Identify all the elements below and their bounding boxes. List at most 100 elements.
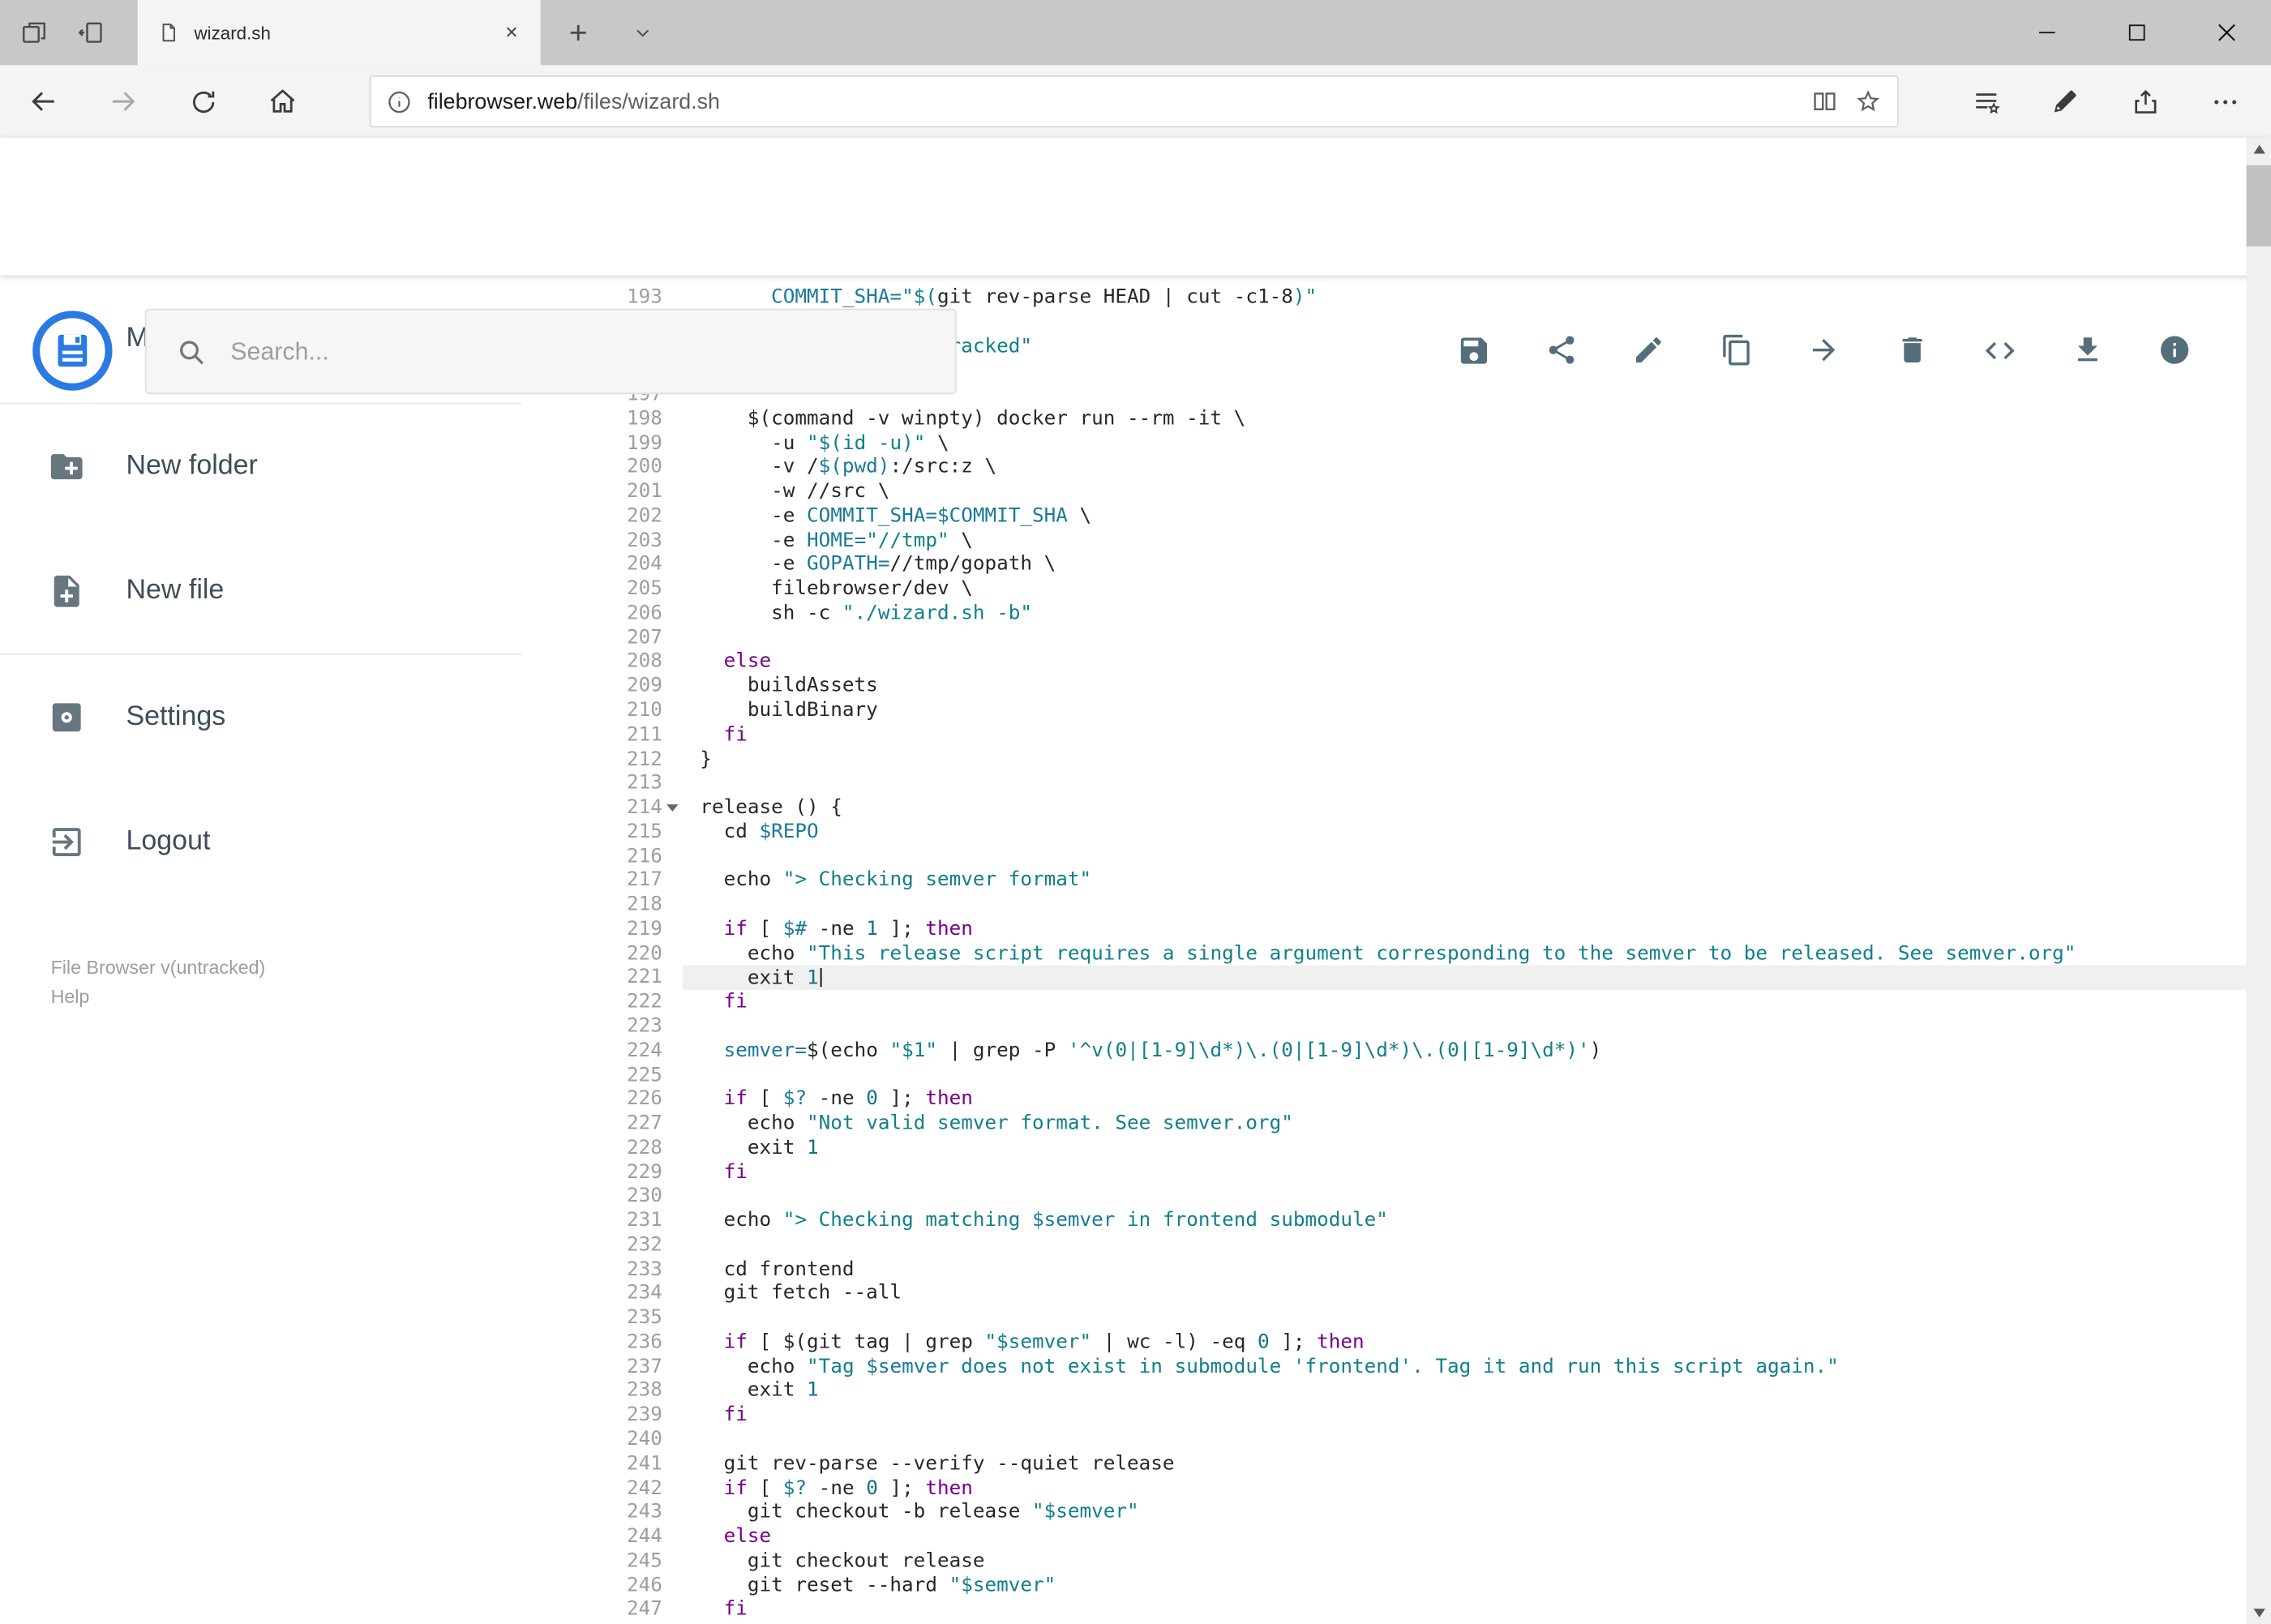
scrollbar-down-arrow[interactable] [2247,1601,2271,1624]
line-number[interactable]: 210 [521,698,662,723]
new-tab-button[interactable]: + [552,0,604,65]
code-line[interactable]: 220 echo "This release script requires a… [521,941,2247,966]
page-scrollbar[interactable] [2246,137,2271,1624]
favorite-star-icon[interactable] [1853,87,1883,116]
line-number[interactable]: 228 [521,1136,662,1161]
code-line[interactable]: 228 exit 1 [521,1136,2247,1161]
code-line[interactable]: 241 git rev-parse --verify --quiet relea… [521,1451,2247,1476]
code-line[interactable]: 246 git reset --hard "$semver" [521,1573,2247,1598]
code-line[interactable]: 218 [521,893,2247,918]
line-number[interactable]: 220 [521,941,662,966]
close-button[interactable] [2181,0,2271,65]
code-line[interactable]: 205 filebrowser/dev \ [521,576,2247,602]
line-number[interactable]: 222 [521,990,662,1015]
code-line[interactable]: 234 git fetch --all [521,1281,2247,1306]
code-line[interactable]: 202 -e COMMIT_SHA=$COMMIT_SHA \ [521,503,2247,529]
code-line[interactable]: 214 release () { [521,795,2247,821]
line-number[interactable]: 237 [521,1354,662,1379]
code-line[interactable]: 212} [521,747,2247,772]
code-line[interactable]: 210 buildBinary [521,698,2247,723]
search-bar[interactable] [144,308,957,395]
line-number[interactable]: 204 [521,552,662,577]
code-line[interactable]: 217 echo "> Checking semver format" [521,868,2247,893]
code-line[interactable]: 206 sh -c "./wizard.sh -b" [521,601,2247,626]
sidebar-item-new-folder[interactable]: New folder [0,405,522,529]
share-page-button[interactable] [2116,72,2175,131]
code-line[interactable]: 226 if [ $? -ne 0 ]; then [521,1087,2247,1112]
minimize-button[interactable] [2002,0,2092,65]
code-line[interactable]: 209 buildAssets [521,674,2247,699]
line-number[interactable]: 200 [521,455,662,480]
code-line[interactable]: 222 fi [521,990,2247,1015]
code-line[interactable]: 239 fi [521,1403,2247,1428]
code-line[interactable]: 237 echo "Tag $semver does not exist in … [521,1354,2247,1379]
code-line[interactable]: 243 git checkout -b release "$semver" [521,1500,2247,1525]
code-line[interactable]: 245 git checkout release [521,1549,2247,1574]
code-line[interactable]: 224 semver=$(echo "$1" | grep -P '^v(0|[… [521,1039,2247,1064]
maximize-button[interactable] [2091,0,2181,65]
line-number[interactable]: 218 [521,893,662,918]
line-number[interactable]: 243 [521,1500,662,1525]
code-line[interactable]: 242 if [ $? -ne 0 ]; then [521,1476,2247,1501]
info-button[interactable] [2158,332,2193,367]
code-line[interactable]: 227 echo "Not valid semver format. See s… [521,1112,2247,1137]
line-number[interactable]: 214 [521,795,662,821]
line-number[interactable]: 198 [521,406,662,431]
back-button[interactable] [15,72,73,131]
delete-button[interactable] [1895,332,1930,367]
move-button[interactable] [1807,332,1842,367]
sidebar-item-logout[interactable]: Logout [0,780,522,905]
web-note-button[interactable] [2036,72,2094,131]
code-line[interactable]: 199 -u "$(id -u)" \ [521,431,2247,456]
line-number[interactable]: 193 [521,285,662,311]
code-line[interactable]: 247 fi [521,1597,2247,1622]
code-line[interactable]: 244 else [521,1524,2247,1549]
code-line[interactable]: 221 exit 1 [521,966,2247,991]
line-number[interactable]: 219 [521,917,662,942]
line-number[interactable]: 241 [521,1451,662,1476]
line-number[interactable]: 242 [521,1476,662,1501]
rename-button[interactable] [1632,332,1667,367]
code-line[interactable]: 215 cd $REPO [521,820,2247,845]
line-number[interactable]: 217 [521,868,662,893]
code-line[interactable]: 200 -v /$(pwd):/src:z \ [521,455,2247,480]
line-number[interactable]: 233 [521,1257,662,1282]
line-number[interactable]: 246 [521,1573,662,1598]
code-line[interactable]: 230 [521,1184,2247,1209]
line-number[interactable]: 227 [521,1112,662,1137]
line-number[interactable]: 206 [521,601,662,626]
line-number[interactable]: 215 [521,820,662,845]
line-number[interactable]: 221 [521,966,662,991]
tab-wizard-sh[interactable]: wizard.sh × [137,0,541,66]
line-number[interactable]: 213 [521,771,662,796]
line-number[interactable]: 240 [521,1427,662,1452]
line-number[interactable]: 223 [521,1014,662,1039]
line-number[interactable]: 229 [521,1160,662,1185]
raw-code-button[interactable] [1982,332,2017,367]
line-number[interactable]: 230 [521,1184,662,1209]
code-editor[interactable]: 193 COMMIT_SHA="$(git rev-parse HEAD | c… [521,275,2247,1624]
line-number[interactable]: 235 [521,1305,662,1330]
line-number[interactable]: 199 [521,431,662,456]
code-line[interactable]: 233 cd frontend [521,1257,2247,1282]
code-line[interactable]: 211 fi [521,722,2247,748]
home-button[interactable] [254,72,312,131]
code-line[interactable]: 225 [521,1063,2247,1088]
line-number[interactable]: 238 [521,1378,662,1403]
save-button[interactable] [1456,332,1491,367]
line-number[interactable]: 245 [521,1549,662,1574]
line-number[interactable]: 239 [521,1403,662,1428]
line-number[interactable]: 247 [521,1597,662,1622]
code-line[interactable]: 238 exit 1 [521,1378,2247,1403]
scrollbar-up-arrow[interactable] [2247,138,2271,161]
share-button[interactable] [1545,332,1579,367]
code-line[interactable]: 231 echo "> Checking matching $semver in… [521,1208,2247,1233]
line-number[interactable]: 201 [521,479,662,504]
line-number[interactable]: 211 [521,722,662,748]
line-number[interactable]: 232 [521,1232,662,1258]
code-line[interactable]: 236 if [ $(git tag | grep "$semver" | wc… [521,1330,2247,1355]
code-line[interactable]: 207 [521,625,2247,650]
line-number[interactable]: 234 [521,1281,662,1306]
line-number[interactable]: 209 [521,674,662,699]
code-line[interactable]: 208 else [521,649,2247,675]
